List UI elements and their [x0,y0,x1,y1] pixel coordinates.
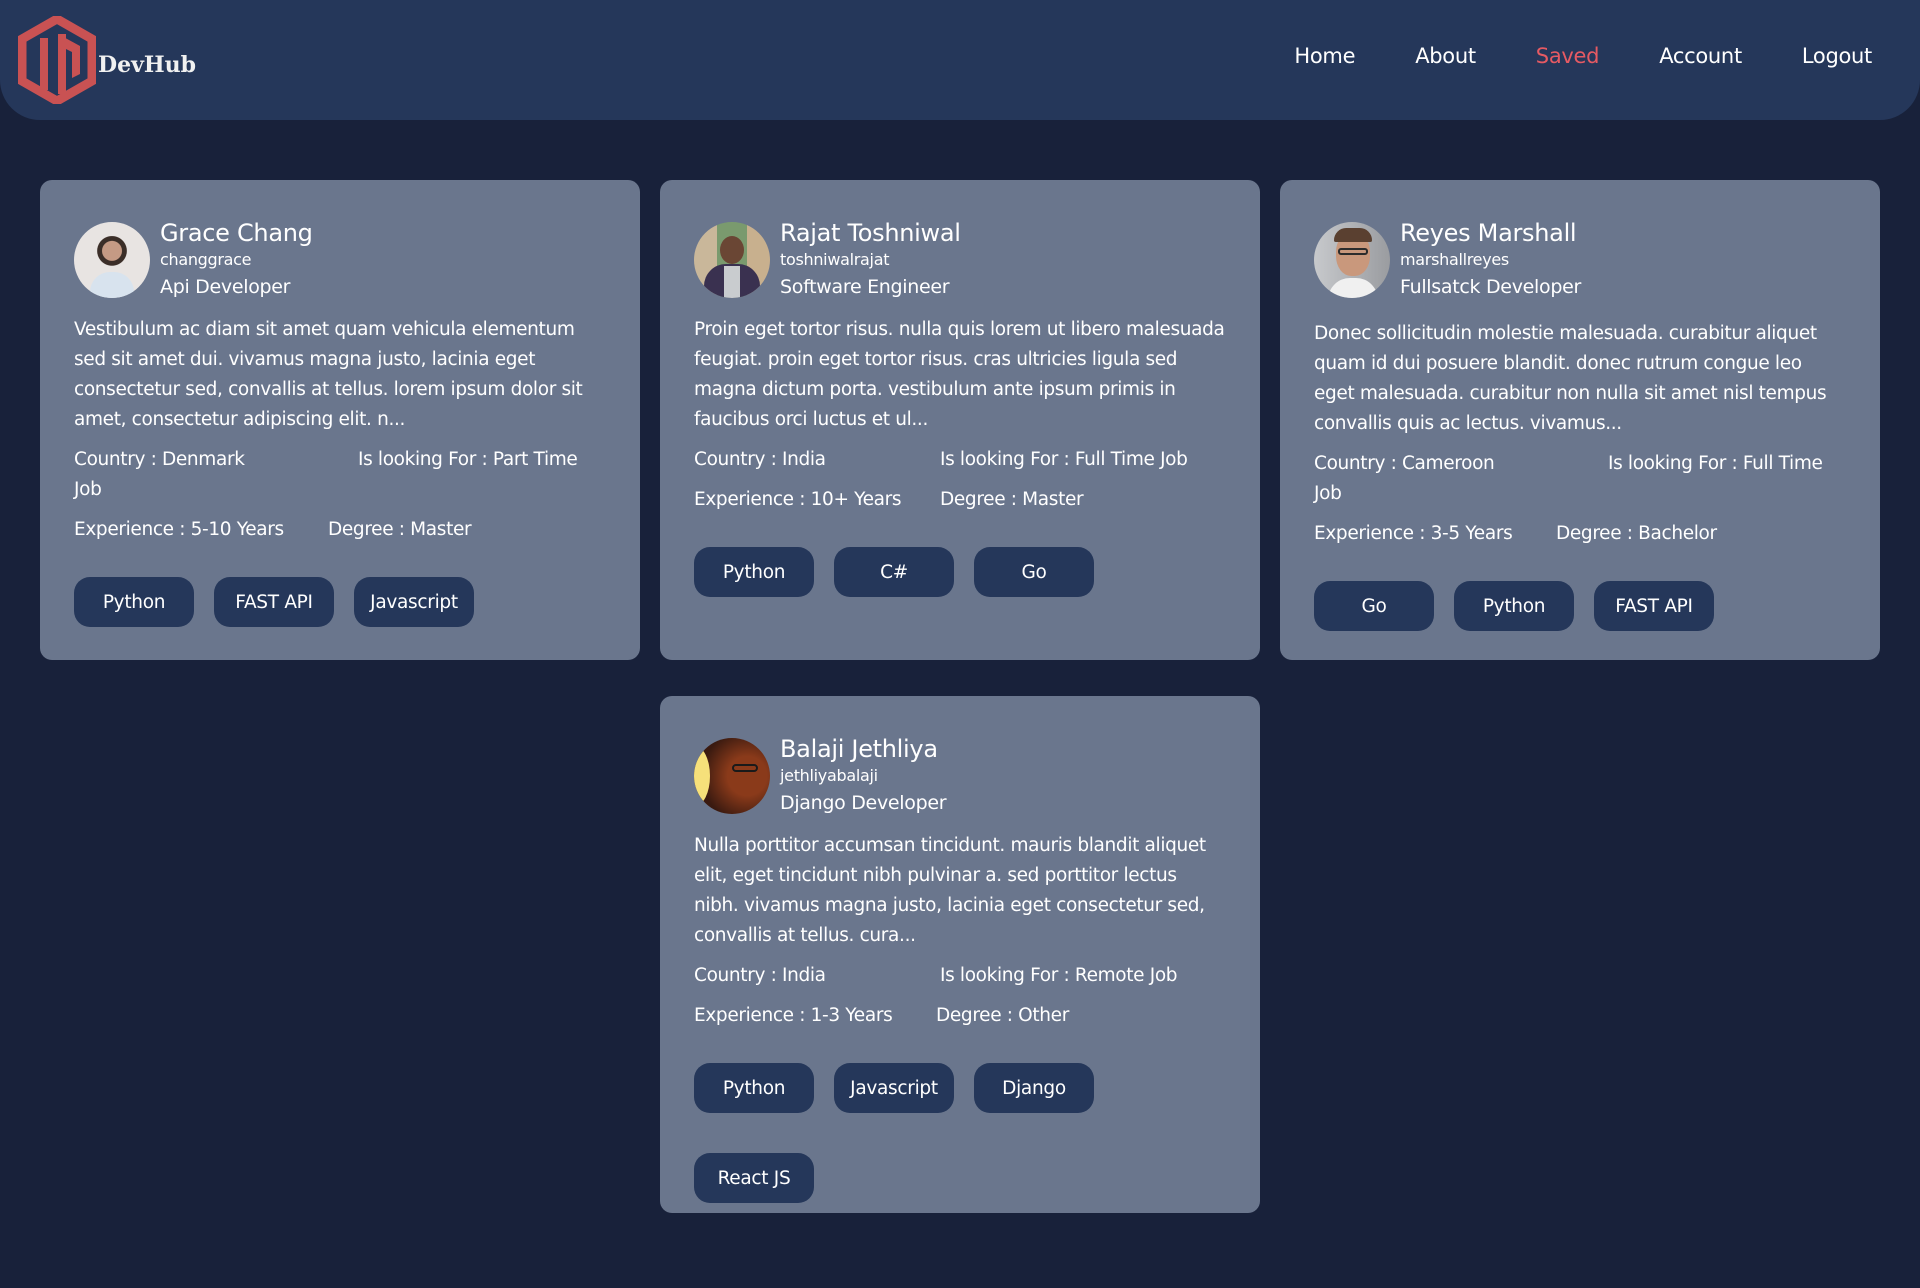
profile-country-looking-row: Country : India Is looking For : Full Tim… [694,445,1226,475]
profile-header: Grace Chang changgrace Api Developer [74,218,606,301]
profile-username: toshniwalrajat [780,250,890,269]
profile-bio: Nulla porttitor accumsan tincidunt. maur… [694,835,1206,946]
top-navbar: DevHub Home About Saved Account Logout [0,0,1920,120]
profile-country-looking-row: Country : Denmark Is looking For : Part T… [74,445,606,505]
profile-role: Django Developer [780,792,947,814]
profile-country-looking-row: Country : Cameroon Is looking For : Full … [1314,449,1846,509]
skill-tag[interactable]: Javascript [354,577,474,627]
logo[interactable]: DevHub [18,16,196,104]
profile-username: changgrace [160,250,252,269]
profile-header: Balaji Jethliya jethliyabalaji Django De… [694,734,1226,817]
profile-degree: Degree : Other [936,1005,1069,1026]
profile-card[interactable]: Reyes Marshall marshallreyes Fullsatck D… [1280,180,1880,660]
profile-header: Rajat Toshniwal toshniwalrajat Software … [694,218,1226,301]
profile-experience-degree-row: Experience : 1-3 Years Degree : Other [694,1001,1226,1031]
profile-name[interactable]: Reyes Marshall [1400,218,1581,248]
nav-home[interactable]: Home [1294,44,1355,68]
skill-tags: Python C# Go [694,547,1226,597]
profile-experience: Experience : 10+ Years [694,489,902,510]
profile-looking-for: Is looking For : Remote Job [940,965,1178,986]
nav-about[interactable]: About [1415,44,1476,68]
skill-tags: Python Javascript Django React JS [694,1063,1226,1203]
profile-degree: Degree : Master [328,519,472,540]
skill-tag[interactable]: Python [1454,581,1574,631]
profile-bio: Proin eget tortor risus. nulla quis lore… [694,319,1225,430]
profile-country: Country : India [694,449,826,470]
avatar[interactable] [74,222,150,298]
avatar[interactable] [1314,222,1390,298]
profile-name[interactable]: Grace Chang [160,218,313,248]
profile-header: Reyes Marshall marshallreyes Fullsatck D… [1314,218,1846,301]
main-nav: Home About Saved Account Logout [1234,44,1872,68]
profile-experience: Experience : 3-5 Years [1314,523,1513,544]
profile-name[interactable]: Balaji Jethliya [780,734,946,764]
profile-role: Software Engineer [780,276,950,298]
skill-tag[interactable]: FAST API [214,577,334,627]
profile-username: marshallreyes [1400,250,1509,269]
nav-logout[interactable]: Logout [1802,44,1872,68]
profile-country: Country : Cameroon [1314,453,1495,474]
profile-role: Fullsatck Developer [1400,276,1581,298]
profile-experience-degree-row: Experience : 10+ Years Degree : Master [694,485,1226,515]
profile-country: Country : Denmark [74,449,245,470]
avatar[interactable] [694,222,770,298]
skill-tag[interactable]: Python [694,1063,814,1113]
profile-experience: Experience : 1-3 Years [694,1005,893,1026]
skill-tag[interactable]: Go [1314,581,1434,631]
profile-experience: Experience : 5-10 Years [74,519,284,540]
skill-tag[interactable]: Python [74,577,194,627]
skill-tags: Python FAST API Javascript [74,577,606,627]
profile-role: Api Developer [160,276,291,298]
profile-looking-for: Is looking For : Full Time Job [940,449,1188,470]
skill-tag[interactable]: Javascript [834,1063,954,1113]
skill-tag[interactable]: FAST API [1594,581,1714,631]
profile-card[interactable]: Grace Chang changgrace Api Developer Ves… [40,180,640,660]
profile-card[interactable]: Balaji Jethliya jethliyabalaji Django De… [660,696,1260,1213]
skill-tags: Go Python FAST API [1314,581,1846,631]
profile-experience-degree-row: Experience : 3-5 Years Degree : Bachelor [1314,519,1846,549]
profile-bio: Vestibulum ac diam sit amet quam vehicul… [74,319,583,430]
profile-bio: Donec sollicitudin molestie malesuada. c… [1314,323,1827,434]
skill-tag[interactable]: Python [694,547,814,597]
skill-tag[interactable]: C# [834,547,954,597]
nav-account[interactable]: Account [1659,44,1742,68]
profile-username: jethliyabalaji [780,766,878,785]
app-name: DevHub [98,52,197,78]
skill-tag[interactable]: Django [974,1063,1094,1113]
nav-saved[interactable]: Saved [1536,44,1600,68]
profile-degree: Degree : Bachelor [1556,523,1717,544]
profile-experience-degree-row: Experience : 5-10 Years Degree : Master [74,515,606,545]
profile-country: Country : India [694,965,826,986]
avatar[interactable] [694,738,770,814]
profile-name[interactable]: Rajat Toshniwal [780,218,961,248]
profile-card[interactable]: Rajat Toshniwal toshniwalrajat Software … [660,180,1260,660]
devhub-hexagon-logo-icon [18,16,96,104]
profile-degree: Degree : Master [940,489,1084,510]
skill-tag[interactable]: Go [974,547,1094,597]
skill-tag[interactable]: React JS [694,1153,814,1203]
profile-country-looking-row: Country : India Is looking For : Remote J… [694,961,1226,991]
